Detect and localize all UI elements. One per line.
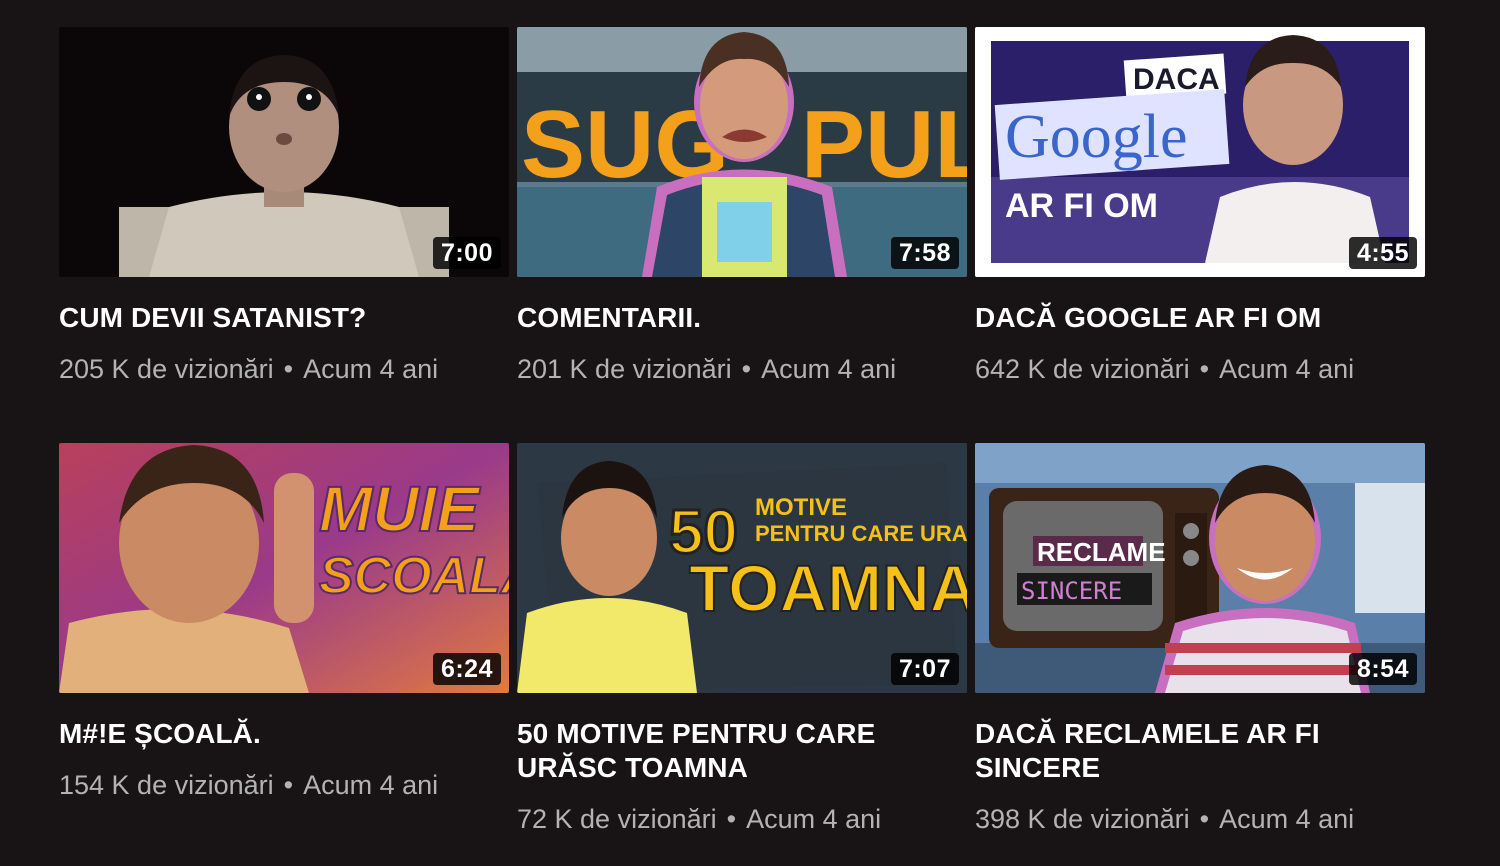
video-title[interactable]: DACĂ GOOGLE AR FI OM	[975, 301, 1425, 335]
separator-dot: •	[283, 770, 294, 800]
view-count: 154 K de vizionări	[59, 770, 274, 800]
video-card[interactable]: 7:00 CUM DEVII SATANIST? 205 K de vizion…	[59, 27, 509, 386]
separator-dot: •	[741, 354, 752, 384]
thumbnail-text-top: RECLAME	[1037, 537, 1166, 567]
thumbnail-text-bottom: SINCERE	[1021, 577, 1122, 605]
upload-age: Acum 4 ani	[1219, 804, 1355, 834]
thumbnail-text-middle: PENTRU CARE URASC	[755, 521, 967, 546]
view-count: 398 K de vizionări	[975, 804, 1190, 834]
video-card[interactable]: DACA Google AR FI OM 4:55 DACĂ GOOGLE AR…	[975, 27, 1425, 386]
video-card[interactable]: MUIE SCOALA 6:24 M#!E ȘCOALĂ. 154 K de v…	[59, 443, 509, 802]
video-thumbnail[interactable]: DACA Google AR FI OM 4:55	[975, 27, 1425, 277]
thumbnail-text-logo: Google	[1005, 103, 1188, 171]
duration-badge: 6:24	[432, 653, 501, 685]
upload-age: Acum 4 ani	[303, 770, 439, 800]
thumbnail-text-bottom: TOAMNA	[689, 551, 967, 625]
duration-badge: 7:07	[890, 653, 959, 685]
separator-dot: •	[726, 804, 737, 834]
video-card[interactable]: 50 MOTIVE PENTRU CARE URASC TOAMNA 7:07 …	[517, 443, 967, 836]
view-count: 201 K de vizionări	[517, 354, 732, 384]
video-card[interactable]: SUG PULA 7:58 COMENTARII. 201 K de vizio…	[517, 27, 967, 386]
view-count: 642 K de vizionări	[975, 354, 1190, 384]
video-grid: 7:00 CUM DEVII SATANIST? 205 K de vizion…	[0, 0, 1500, 866]
duration-badge: 7:58	[890, 237, 959, 269]
thumbnail-text-top: MUIE	[319, 473, 481, 545]
video-meta: 201 K de vizionări • Acum 4 ani	[517, 352, 967, 386]
video-thumbnail[interactable]: SUG PULA 7:58	[517, 27, 967, 277]
upload-age: Acum 4 ani	[746, 804, 882, 834]
video-title[interactable]: M#!E ȘCOALĂ.	[59, 717, 509, 751]
upload-age: Acum 4 ani	[1219, 354, 1355, 384]
thumbnail-text-bottom: SCOALA	[319, 547, 509, 605]
thumbnail-text-right: PULA	[801, 91, 967, 198]
video-title[interactable]: COMENTARII.	[517, 301, 967, 335]
video-thumbnail[interactable]: 50 MOTIVE PENTRU CARE URASC TOAMNA 7:07	[517, 443, 967, 693]
view-count: 72 K de vizionări	[517, 804, 717, 834]
view-count: 205 K de vizionări	[59, 354, 274, 384]
video-meta: 642 K de vizionări • Acum 4 ani	[975, 352, 1425, 386]
thumbnail-text-bottom: AR FI OM	[1005, 187, 1158, 225]
video-title[interactable]: CUM DEVII SATANIST?	[59, 301, 509, 335]
video-meta: 205 K de vizionări • Acum 4 ani	[59, 352, 509, 386]
thumbnail-text-top: MOTIVE	[755, 494, 847, 521]
video-meta: 72 K de vizionări • Acum 4 ani	[517, 802, 967, 836]
video-thumbnail[interactable]: RECLAME SINCERE 8:54	[975, 443, 1425, 693]
video-title[interactable]: 50 MOTIVE PENTRU CARE URĂSC TOAMNA	[517, 717, 967, 785]
upload-age: Acum 4 ani	[303, 354, 439, 384]
duration-badge: 8:54	[1348, 653, 1417, 685]
upload-age: Acum 4 ani	[761, 354, 897, 384]
duration-badge: 4:55	[1348, 237, 1417, 269]
video-thumbnail[interactable]: 7:00	[59, 27, 509, 277]
video-thumbnail[interactable]: MUIE SCOALA 6:24	[59, 443, 509, 693]
video-meta: 154 K de vizionări • Acum 4 ani	[59, 768, 509, 802]
separator-dot: •	[283, 354, 294, 384]
separator-dot: •	[1199, 354, 1210, 384]
duration-badge: 7:00	[432, 237, 501, 269]
video-card[interactable]: RECLAME SINCERE 8:54 DACĂ RECLAMELE AR F…	[975, 443, 1425, 836]
video-meta: 398 K de vizionări • Acum 4 ani	[975, 802, 1425, 836]
video-title[interactable]: DACĂ RECLAMELE AR FI SINCERE	[975, 717, 1425, 785]
separator-dot: •	[1199, 804, 1210, 834]
